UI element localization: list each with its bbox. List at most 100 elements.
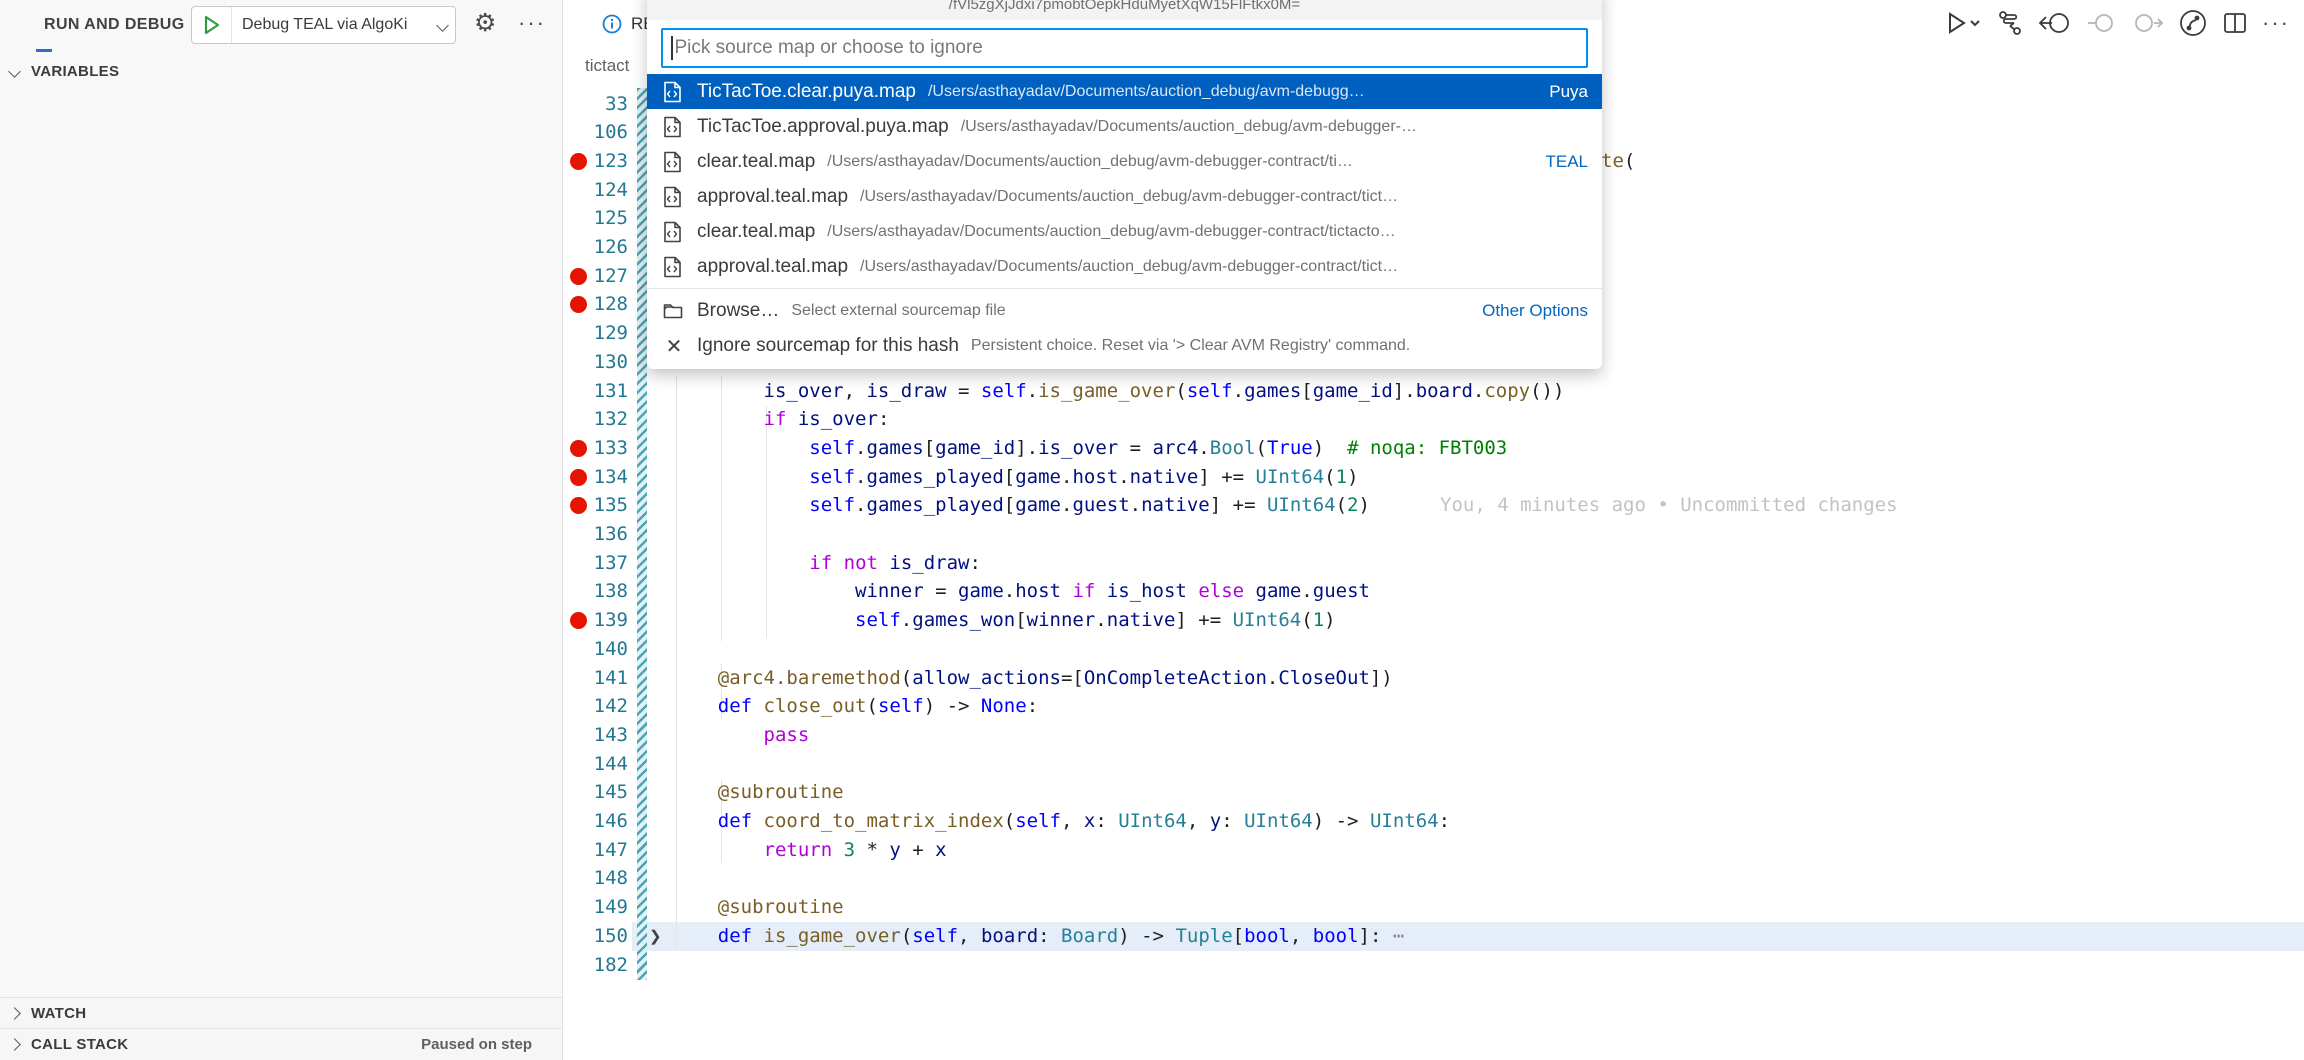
code-line-138[interactable]: 138 winner = game.host if is_host else g… bbox=[563, 577, 2304, 606]
code-line-143[interactable]: 143 pass bbox=[563, 721, 2304, 750]
line-number[interactable]: 149 bbox=[563, 893, 628, 922]
code-text: self.games_played[game.host.native] += U… bbox=[672, 463, 1359, 492]
line-number[interactable]: 123 bbox=[563, 147, 628, 176]
quickpick-item[interactable]: clear.teal.map/Users/asthayadav/Document… bbox=[647, 214, 1602, 249]
quickpick-item[interactable]: TicTacToe.approval.puya.map/Users/asthay… bbox=[647, 109, 1602, 144]
line-number[interactable]: 148 bbox=[563, 864, 628, 893]
quickpick-input[interactable]: Pick source map or choose to ignore bbox=[661, 28, 1588, 68]
code-line-149[interactable]: 149 @subroutine bbox=[563, 893, 2304, 922]
line-number[interactable]: 129 bbox=[563, 319, 628, 348]
split-editor-button[interactable] bbox=[2222, 10, 2248, 36]
chevron-down-icon bbox=[8, 65, 21, 78]
previous-change-button[interactable] bbox=[2038, 10, 2072, 36]
line-number[interactable]: 145 bbox=[563, 778, 628, 807]
code-line-140[interactable]: 140 bbox=[563, 635, 2304, 664]
editor-more-actions[interactable]: ··· bbox=[2262, 10, 2290, 36]
debug-config-select[interactable]: Debug TEAL via AlgoKi bbox=[191, 6, 456, 44]
code-line-144[interactable]: 144 bbox=[563, 750, 2304, 779]
line-number[interactable]: 182 bbox=[563, 951, 628, 980]
code-text: self.games[game_id].is_over = arc4.Bool(… bbox=[672, 434, 1507, 463]
line-number[interactable]: 134 bbox=[563, 463, 628, 492]
line-number[interactable]: 33 bbox=[563, 90, 628, 119]
watch-label: WATCH bbox=[31, 1005, 86, 1022]
line-number[interactable]: 130 bbox=[563, 348, 628, 377]
line-number[interactable]: 136 bbox=[563, 520, 628, 549]
line-number[interactable]: 137 bbox=[563, 549, 628, 578]
call-stack-label: CALL STACK bbox=[31, 1036, 128, 1053]
quickpick-item[interactable]: TicTacToe.clear.puya.map/Users/asthayada… bbox=[647, 74, 1602, 109]
code-line-136[interactable]: 136 bbox=[563, 520, 2304, 549]
quickpick-titlebar: /fVl5zgXjJdxi7pmobtOepkHduMyetXqW15FlFtk… bbox=[647, 0, 1602, 20]
quickpick-item[interactable]: approval.teal.map/Users/asthayadav/Docum… bbox=[647, 179, 1602, 214]
quickpick-browse-item[interactable]: Browse… Select external sourcemap file O… bbox=[647, 293, 1602, 328]
browse-label: Browse… bbox=[697, 300, 779, 322]
sourcemap-path: /Users/asthayadav/Documents/auction_debu… bbox=[961, 118, 1588, 136]
code-line-142[interactable]: 142 def close_out(self) -> None: bbox=[563, 692, 2304, 721]
line-number[interactable]: 127 bbox=[563, 262, 628, 291]
line-number[interactable]: 139 bbox=[563, 606, 628, 635]
variables-section-header[interactable]: VARIABLES bbox=[0, 56, 562, 86]
line-number[interactable]: 135 bbox=[563, 491, 628, 520]
code-line-139[interactable]: 139 self.games_won[winner.native] += UIn… bbox=[563, 606, 2304, 635]
code-line-147[interactable]: 147 return 3 * y + x bbox=[563, 836, 2304, 865]
play-icon bbox=[203, 15, 221, 35]
code-line-182[interactable]: 182 bbox=[563, 951, 2304, 980]
breadcrumb[interactable]: tictact bbox=[585, 56, 629, 76]
line-number[interactable]: 141 bbox=[563, 664, 628, 693]
folder-icon bbox=[663, 302, 685, 320]
editor-actions-toolbar: ··· bbox=[1944, 8, 2290, 38]
code-line-134[interactable]: 134 self.games_played[game.host.native] … bbox=[563, 463, 2304, 492]
debug-config-label: Debug TEAL via AlgoKi bbox=[232, 16, 438, 34]
gear-icon[interactable]: ⚙ bbox=[474, 8, 496, 37]
line-number[interactable]: 106 bbox=[563, 118, 628, 147]
git-graph-icon[interactable] bbox=[2178, 8, 2208, 38]
quickpick-item[interactable]: approval.teal.map/Users/asthayadav/Docum… bbox=[647, 249, 1602, 284]
route-icon[interactable] bbox=[1996, 9, 2024, 37]
line-number[interactable]: 142 bbox=[563, 692, 628, 721]
line-number[interactable]: 143 bbox=[563, 721, 628, 750]
call-stack-section-header[interactable]: CALL STACK Paused on step bbox=[0, 1028, 562, 1060]
line-number[interactable]: 140 bbox=[563, 635, 628, 664]
start-debug-button[interactable] bbox=[192, 7, 232, 43]
line-number[interactable]: 132 bbox=[563, 405, 628, 434]
chevron-right-icon bbox=[8, 1007, 21, 1020]
sourcemap-type-badge: Puya bbox=[1549, 82, 1588, 102]
line-number[interactable]: 147 bbox=[563, 836, 628, 865]
sourcemap-path: /Users/asthayadav/Documents/auction_debu… bbox=[860, 258, 1588, 276]
run-or-debug-button[interactable] bbox=[1944, 10, 1982, 36]
line-number[interactable]: 126 bbox=[563, 233, 628, 262]
code-line-135[interactable]: 135 self.games_played[game.guest.native]… bbox=[563, 491, 2304, 520]
code-line-137[interactable]: 137 if not is_draw: bbox=[563, 549, 2304, 578]
code-line-141[interactable]: 141 @arc4.baremethod(allow_actions=[OnCo… bbox=[563, 664, 2304, 693]
line-number[interactable]: 125 bbox=[563, 204, 628, 233]
line-number[interactable]: 146 bbox=[563, 807, 628, 836]
file-code-icon bbox=[663, 186, 685, 208]
code-line-150[interactable]: 150❯ def is_game_over(self, board: Board… bbox=[563, 922, 2304, 951]
code-text: return 3 * y + x bbox=[672, 836, 947, 865]
file-code-icon bbox=[663, 256, 685, 278]
line-number[interactable]: 124 bbox=[563, 176, 628, 205]
fold-chevron-icon[interactable]: ❯ bbox=[649, 922, 662, 951]
code-text: if not is_draw: bbox=[672, 549, 981, 578]
code-text: self.games_played[game.guest.native] += … bbox=[672, 491, 1370, 520]
code-line-133[interactable]: 133 self.games[game_id].is_over = arc4.B… bbox=[563, 434, 2304, 463]
quickpick-ignore-item[interactable]: ✕ Ignore sourcemap for this hash Persist… bbox=[647, 328, 1602, 363]
code-text: is_over, is_draw = self.is_game_over(sel… bbox=[672, 377, 1564, 406]
code-line-146[interactable]: 146 def coord_to_matrix_index(self, x: U… bbox=[563, 807, 2304, 836]
file-code-icon bbox=[663, 116, 685, 138]
line-number[interactable]: 133 bbox=[563, 434, 628, 463]
quickpick-item[interactable]: clear.teal.map/Users/asthayadav/Document… bbox=[647, 144, 1602, 179]
next-change-disabled-icon bbox=[2132, 10, 2164, 36]
other-options-link[interactable]: Other Options bbox=[1482, 301, 1588, 321]
code-line-132[interactable]: 132 if is_over: bbox=[563, 405, 2304, 434]
sidebar-more-actions[interactable]: ··· bbox=[518, 10, 546, 36]
line-number[interactable]: 131 bbox=[563, 377, 628, 406]
watch-section-header[interactable]: WATCH bbox=[0, 997, 562, 1028]
code-line-148[interactable]: 148 bbox=[563, 864, 2304, 893]
line-number[interactable]: 138 bbox=[563, 577, 628, 606]
code-line-131[interactable]: 131 is_over, is_draw = self.is_game_over… bbox=[563, 377, 2304, 406]
line-number[interactable]: 128 bbox=[563, 290, 628, 319]
line-number[interactable]: 144 bbox=[563, 750, 628, 779]
code-line-145[interactable]: 145 @subroutine bbox=[563, 778, 2304, 807]
line-number[interactable]: 150 bbox=[563, 922, 628, 951]
